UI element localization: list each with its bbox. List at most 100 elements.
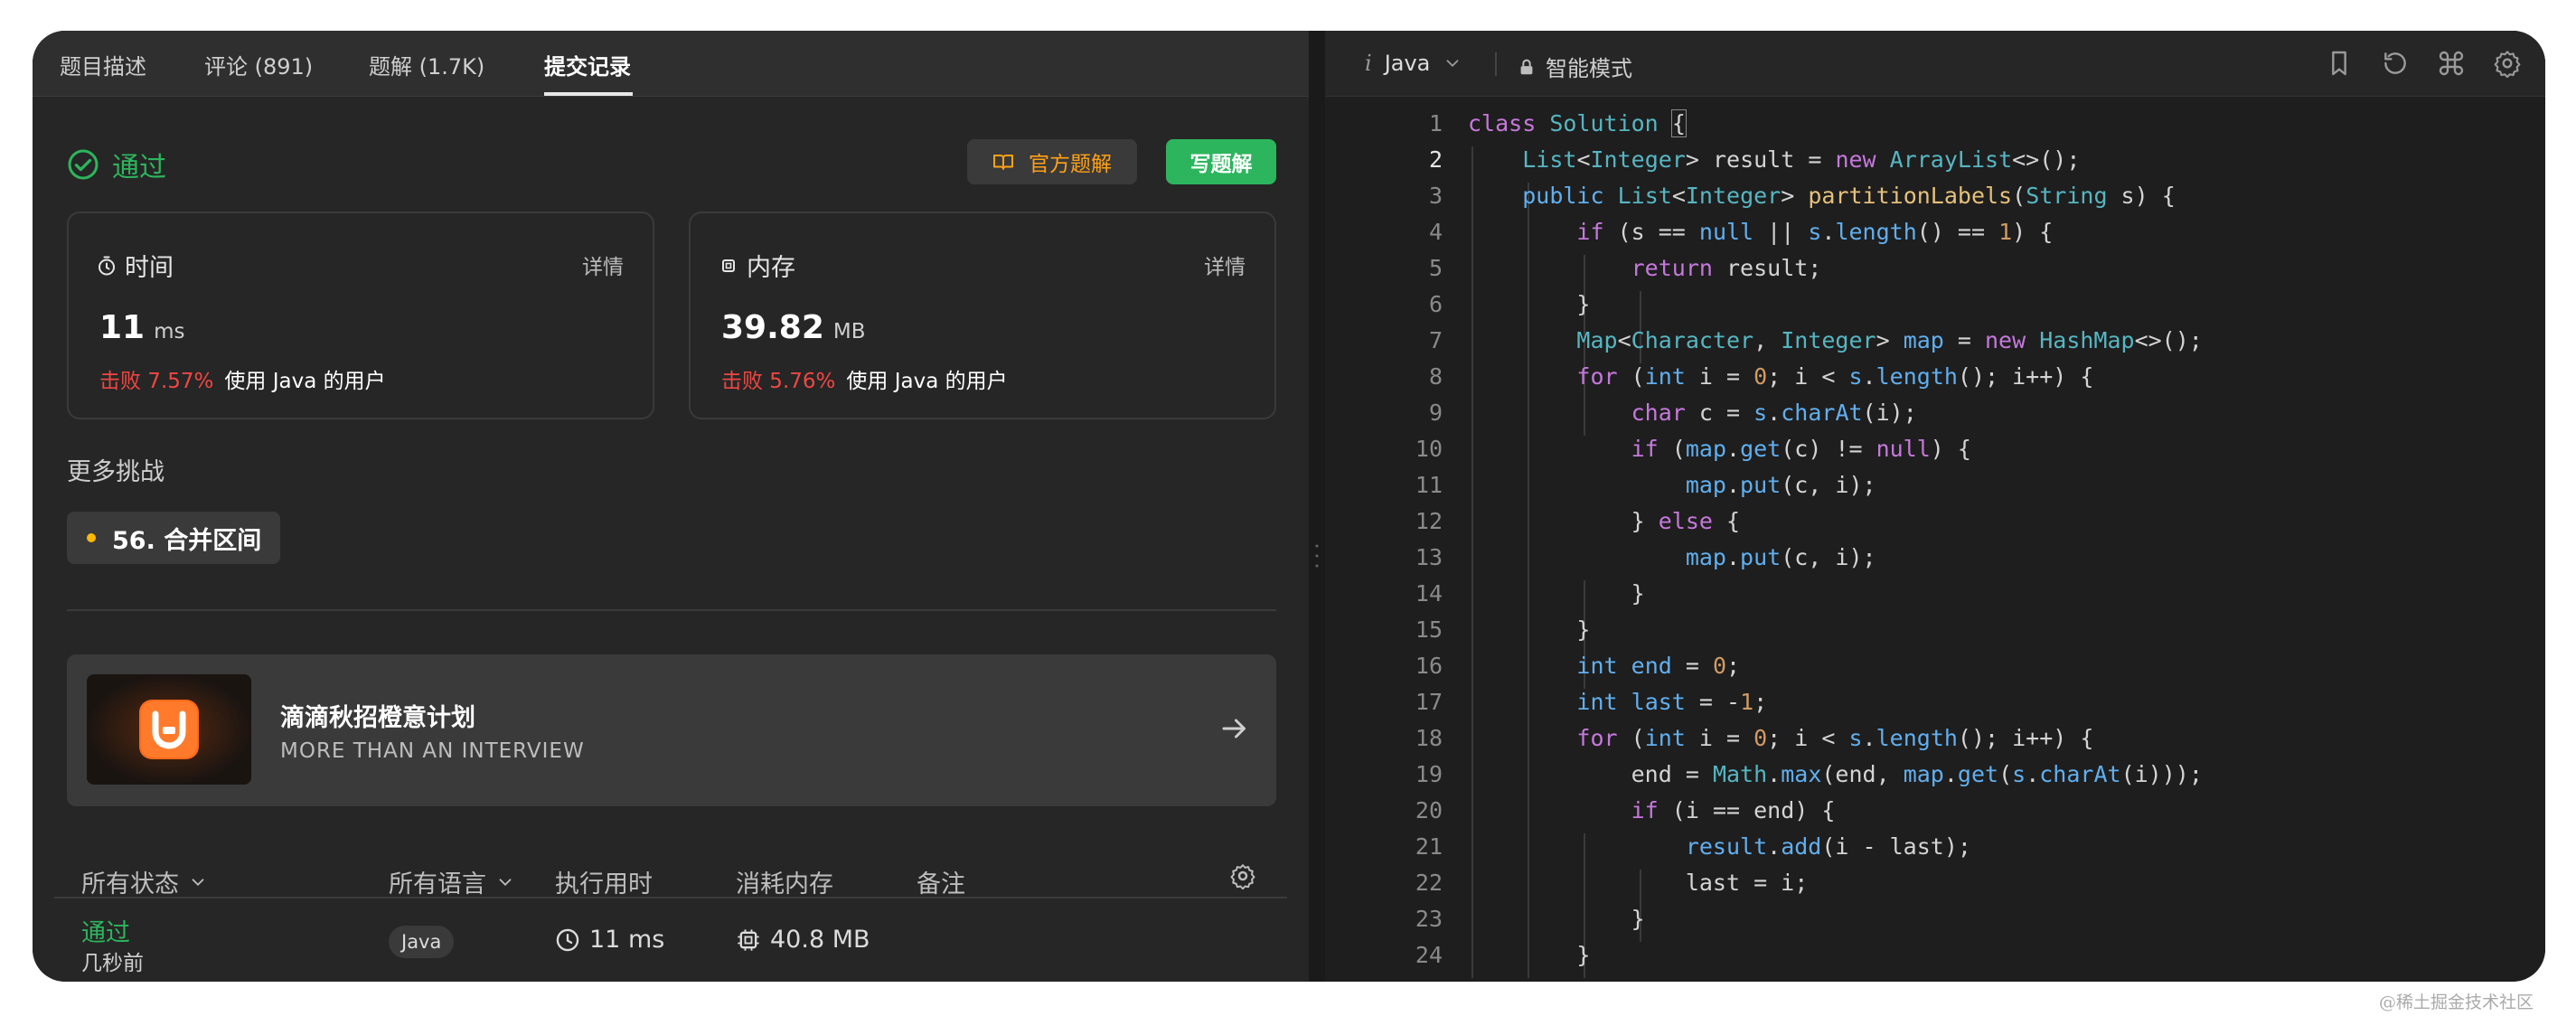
code-line: 3 public List<Integer> partitionLabels(S… — [1325, 183, 2545, 219]
row-runtime-value: 11 ms — [589, 926, 665, 954]
result-status: 通过 — [67, 145, 166, 184]
write-solution-button[interactable]: 写题解 — [1166, 139, 1276, 184]
promo-subtitle: MORE THAN AN INTERVIEW — [280, 739, 585, 763]
tab-bar: 题目描述 评论 (891) 题解 (1.7K) 提交记录 — [33, 31, 1309, 97]
memory-card: 内存 详情 39.82 MB 击败 5.76% 使用 Java 的用户 — [689, 212, 1276, 419]
filter-language[interactable]: 所有语言 — [389, 864, 515, 899]
lock-icon — [1520, 59, 1533, 74]
line-number: 8 — [1428, 363, 1443, 390]
line-number: 9 — [1428, 400, 1443, 426]
code-line: 20 if (i == end) { — [1325, 797, 2545, 833]
line-number: 1 — [1428, 110, 1443, 136]
line-number: 16 — [1415, 653, 1443, 679]
code-line: 15 } — [1325, 616, 2545, 653]
memory-number: 39.82 — [721, 309, 824, 346]
code-line: 17 int last = -1; — [1325, 689, 2545, 725]
line-number: 14 — [1415, 580, 1443, 607]
line-number: 3 — [1428, 183, 1443, 209]
official-solution-button[interactable]: 官方题解 — [967, 139, 1137, 184]
filter-language-label: 所有语言 — [389, 870, 486, 898]
challenge-item[interactable]: 56. 合并区间 — [67, 512, 280, 564]
code-line: 18 for (int i = 0; i < s.length(); i++) … — [1325, 725, 2545, 761]
active-tab-indicator — [544, 92, 633, 96]
line-number: 18 — [1415, 725, 1443, 751]
filter-status-label: 所有状态 — [81, 870, 179, 898]
book-icon — [993, 155, 1013, 170]
row-runtime: 11 ms — [555, 926, 664, 954]
runtime-value: 11 ms — [99, 309, 185, 346]
editor-toolbar: i Java 智能模式 — [1325, 31, 2545, 97]
reset-icon[interactable] — [2381, 49, 2410, 78]
line-number: 24 — [1415, 942, 1443, 968]
runtime-beat: 击败 7.57% 使用 Java 的用户 — [99, 363, 386, 394]
more-challenges-title: 更多挑战 — [67, 458, 165, 486]
runtime-beat-pct: 击败 7.57% — [99, 370, 214, 393]
chip-icon — [738, 928, 759, 951]
memory-detail-link[interactable]: 详情 — [1204, 249, 1246, 280]
line-number: 17 — [1415, 689, 1443, 715]
difficulty-dot — [87, 533, 96, 542]
code-line: 6 } — [1325, 291, 2545, 327]
section-divider — [67, 609, 1276, 611]
column-runtime: 执行用时 — [555, 870, 653, 898]
app-window: 题目描述 评论 (891) 题解 (1.7K) 提交记录 通过 官方题解 写题解 — [33, 31, 2545, 982]
stopwatch-icon — [99, 256, 115, 275]
row-language-badge: Java — [389, 926, 455, 958]
language-selector[interactable]: i Java — [1365, 51, 1462, 76]
code-line: 16 int end = 0; — [1325, 653, 2545, 689]
memory-value: 39.82 MB — [721, 309, 866, 346]
table-header-divider — [54, 897, 1287, 898]
line-number: 10 — [1415, 436, 1443, 462]
line-number: 22 — [1415, 870, 1443, 896]
tab-comments[interactable]: 评论 (891) — [204, 49, 313, 80]
promo-banner[interactable]: 滴滴秋招橙意计划 MORE THAN AN INTERVIEW — [67, 654, 1276, 806]
gear-icon[interactable] — [1229, 862, 1256, 889]
submission-panel: 题目描述 评论 (891) 题解 (1.7K) 提交记录 通过 官方题解 写题解 — [33, 31, 1309, 982]
tab-solutions[interactable]: 题解 (1.7K) — [369, 49, 484, 80]
smart-mode-toggle[interactable]: 智能模式 — [1517, 51, 1632, 82]
runtime-number: 11 — [99, 309, 146, 346]
watermark: @稀土掘金技术社区 — [2379, 992, 2534, 1012]
clock-icon — [556, 928, 579, 951]
tab-submissions[interactable]: 提交记录 — [544, 49, 631, 80]
drag-handle-icon — [1315, 544, 1319, 568]
runtime-detail-link[interactable]: 详情 — [582, 249, 624, 280]
command-icon[interactable] — [2437, 49, 2466, 78]
bookmark-icon[interactable] — [2325, 49, 2354, 78]
challenge-item-label: 56. 合并区间 — [112, 526, 262, 555]
chevron-down-icon — [499, 878, 512, 886]
code-line: 23 } — [1325, 906, 2545, 942]
row-status[interactable]: 通过 — [81, 913, 130, 948]
code-line: 1 class Solution { — [1325, 109, 2545, 146]
code-line: 2 List<Integer> result = new ArrayList<>… — [1325, 146, 2545, 183]
code-line: 10 if (map.get(c) != null) { — [1325, 436, 2545, 472]
memory-beat-pct: 击败 5.76% — [721, 370, 836, 393]
row-time-ago: 几秒前 — [81, 952, 144, 975]
code-line: 4 if (s == null || s.length() == 1) { — [1325, 219, 2545, 255]
gear-icon[interactable] — [2493, 49, 2522, 78]
line-number: 2 — [1428, 146, 1443, 173]
info-icon: i — [1365, 51, 1372, 76]
memory-unit: MB — [832, 320, 866, 343]
toolbar-separator — [1495, 52, 1497, 76]
code-line: 24 } — [1325, 942, 2545, 978]
arrow-right-icon — [1222, 719, 1246, 738]
tab-description[interactable]: 题目描述 — [60, 49, 146, 80]
result-status-label: 通过 — [112, 152, 166, 183]
runtime-beat-text: 使用 Java 的用户 — [224, 370, 386, 393]
runtime-card-title: 时间 — [96, 248, 174, 283]
code-line: 5 return result; — [1325, 255, 2545, 291]
line-number: 6 — [1428, 291, 1443, 317]
panel-resize-handle[interactable] — [1309, 31, 1325, 982]
didi-logo-icon — [87, 674, 251, 785]
chevron-down-icon — [192, 878, 204, 886]
code-line: 12 } else { — [1325, 508, 2545, 544]
official-solution-label: 官方题解 — [1029, 153, 1112, 176]
runtime-title-text: 时间 — [125, 254, 174, 282]
runtime-card: 时间 详情 11 ms 击败 7.57% 使用 Java 的用户 — [67, 212, 654, 419]
filter-status[interactable]: 所有状态 — [81, 864, 208, 899]
check-circle-icon — [68, 149, 99, 180]
code-line: 21 result.add(i - last); — [1325, 833, 2545, 870]
line-number: 12 — [1415, 508, 1443, 534]
chevron-down-icon — [1446, 60, 1459, 68]
